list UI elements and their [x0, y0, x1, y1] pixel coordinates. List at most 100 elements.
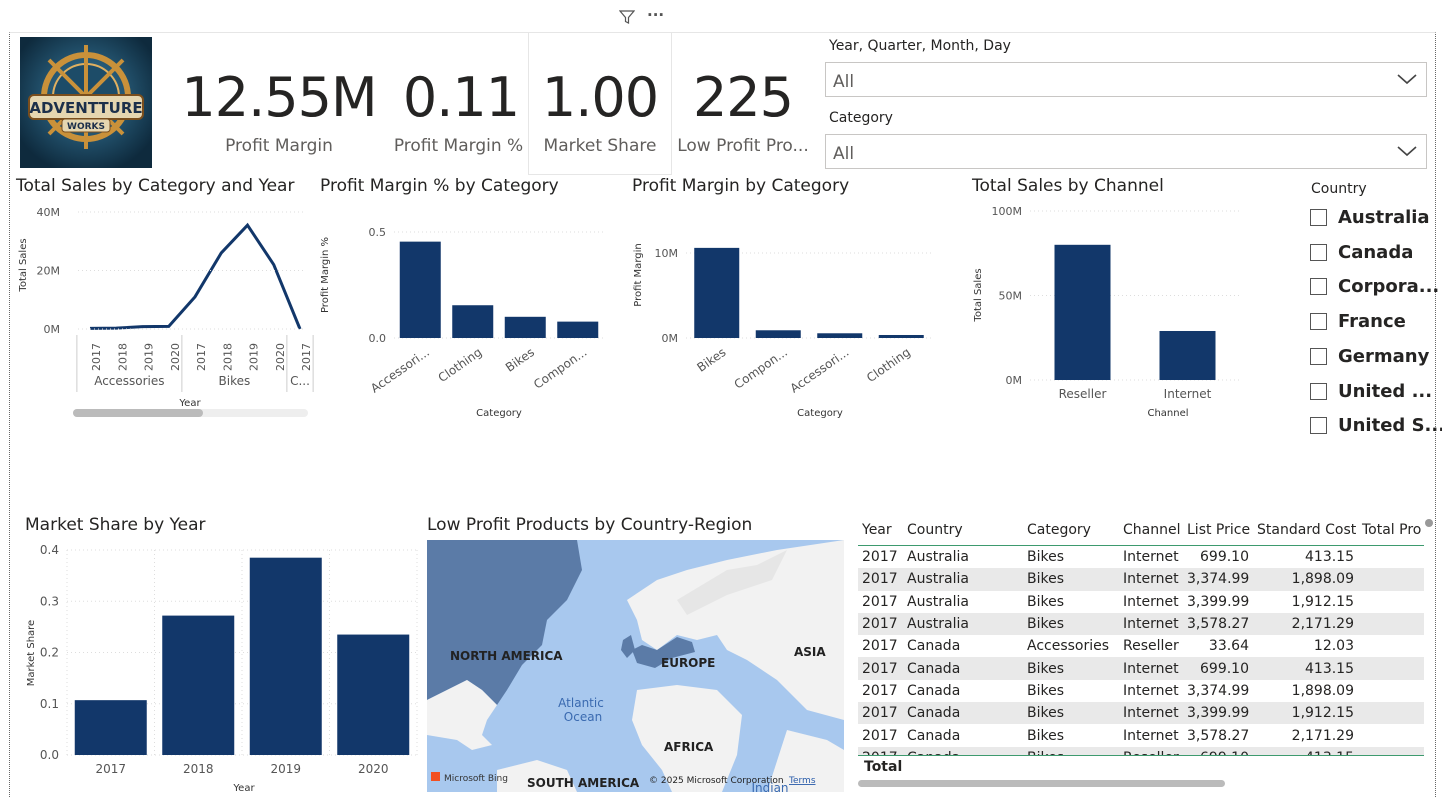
table-row[interactable]: 2017 Australia Bikes Internet 3,399.99 1,912.… [858, 591, 1424, 613]
country-option[interactable]: Canada [1310, 242, 1413, 263]
filter-icon[interactable] [618, 9, 636, 29]
y-tick-label: 0.0 [40, 748, 59, 762]
table-cell: Bikes [1023, 568, 1119, 591]
x-tick-label: 2017 [90, 343, 103, 371]
y-tick-label: 10M [655, 247, 679, 260]
table-cell: 2017 [862, 682, 898, 699]
table-cell: 2017 [858, 568, 903, 591]
map-terms-link[interactable]: Terms [788, 776, 816, 786]
table-cell: 2017 [858, 702, 903, 725]
table-cell [1358, 546, 1424, 569]
table-cell: 699.10 [1183, 657, 1253, 680]
more-icon[interactable]: ··· [647, 6, 664, 26]
y-axis-label: Total Sales [18, 238, 29, 292]
bar[interactable] [504, 316, 546, 338]
table-row[interactable]: 2017 Canada Bikes Internet 3,578.27 2,171.29 [858, 724, 1424, 746]
table-row[interactable]: 2017 Australia Bikes Internet 3,374.99 1,898.… [858, 568, 1424, 591]
x-axis-label: Year [232, 783, 255, 794]
y-tick-label: 0.2 [40, 646, 59, 660]
country-option[interactable]: United S... [1310, 415, 1442, 436]
column-header[interactable]: Country [903, 515, 1023, 546]
country-option[interactable]: Australia [1310, 207, 1430, 228]
series-line [89, 222, 302, 330]
y-tick-label: 0.4 [40, 543, 59, 557]
market-share-bar-chart[interactable]: Market Share Year 0.0 0.1 0.2 0.3 0.4 2017 201… [20, 535, 420, 797]
column-header[interactable]: Category [1023, 515, 1119, 546]
bar[interactable] [817, 333, 863, 338]
bar[interactable] [249, 557, 322, 755]
table-row[interactable]: 2017 Australia Bikes Internet 3,578.27 2,171.… [858, 612, 1424, 636]
country-option[interactable]: France [1310, 311, 1406, 332]
bar[interactable] [755, 330, 801, 338]
table-row[interactable]: 2017 Canada Accessories Reseller 33.64 12.03 [858, 635, 1424, 657]
table-cell: 2,171.29 [1253, 612, 1358, 636]
column-header[interactable]: List Price [1183, 515, 1253, 546]
checkbox[interactable] [1310, 209, 1327, 226]
kpi-value: 12.55M [181, 66, 377, 129]
profit-margin-pct-bar-chart[interactable]: Profit Margin % Category 0.0 0.5 Accessori… [318, 195, 618, 425]
y-axis-label: Market Share [26, 620, 37, 686]
table-row[interactable]: 2017 Canada Bikes Internet 3,399.99 1,912.15 [858, 702, 1424, 725]
table-scrollbar[interactable] [858, 779, 1225, 787]
profit-margin-bar-chart[interactable]: Profit Margin Category 0M 10M Bikes Compon.… [628, 195, 948, 425]
x-tick-label: Accessori... [788, 345, 852, 396]
checkbox[interactable] [1310, 278, 1327, 296]
table-cell: 2017 [862, 549, 898, 566]
table-cell [1358, 724, 1424, 746]
column-header[interactable]: Standard Cost [1253, 515, 1358, 546]
table-cell: Internet [1119, 657, 1183, 680]
column-header[interactable]: Year [858, 515, 903, 546]
table-cell: Bikes [1023, 657, 1119, 680]
column-header[interactable]: Channel [1119, 515, 1183, 546]
bar[interactable] [557, 321, 599, 338]
table-cell: 3,578.27 [1187, 727, 1250, 744]
table-row[interactable]: 2017 Canada Bikes Internet 3,374.99 1,898.09 [858, 680, 1424, 702]
table-row[interactable]: 2017 Australia Bikes Internet 699.10 413.15 [858, 546, 1424, 569]
y-tick-label: 0M [662, 332, 679, 345]
bar[interactable] [1159, 330, 1216, 380]
table-cell: 413.15 [1253, 657, 1358, 680]
category-slicer-dropdown[interactable]: All [825, 134, 1427, 169]
scrollbar-thumb[interactable] [73, 409, 203, 417]
y-tick-label: 0M [1006, 374, 1023, 387]
checkbox[interactable] [1310, 417, 1327, 435]
country-option[interactable]: Germany [1310, 346, 1429, 367]
checkbox[interactable] [1310, 313, 1327, 331]
bar[interactable] [878, 334, 924, 338]
checkbox[interactable] [1310, 382, 1327, 400]
table-cell: Internet [1123, 682, 1179, 699]
table-cell: Bikes [1027, 593, 1065, 610]
column-header[interactable]: Total Pro [1358, 515, 1424, 546]
table-cell: 1,898.09 [1253, 568, 1358, 591]
bar[interactable] [337, 634, 410, 755]
total-sales-line-chart[interactable]: Total Sales Year 0M 20M 40M 2017 2018 2019 202… [10, 195, 315, 425]
chart-title: Profit Margin % by Category [320, 176, 559, 196]
bar[interactable] [694, 247, 740, 338]
low-profit-map[interactable]: NORTH AMERICA EUROPE ASIA AFRICA SOUTH A… [427, 540, 844, 792]
bar[interactable] [452, 305, 494, 338]
detail-table[interactable]: Year Country Category Channel List Price Stan… [858, 515, 1424, 787]
map-label: EUROPE [661, 656, 715, 670]
bar[interactable] [1054, 244, 1111, 380]
x-tick-label: Clothing [864, 345, 913, 385]
table-cell: Canada [907, 727, 961, 744]
bar[interactable] [74, 700, 147, 755]
table-cell: Internet [1123, 549, 1179, 566]
bar[interactable] [162, 615, 235, 755]
y-tick-label: 0.1 [40, 697, 59, 711]
country-option[interactable]: United ... [1310, 381, 1432, 402]
chart-title: Total Sales by Channel [972, 176, 1164, 196]
sales-by-channel-bar-chart[interactable]: Total Sales Channel 0M 50M 100M Reseller Int… [968, 195, 1268, 425]
bar[interactable] [399, 241, 441, 338]
table-scroll-dot[interactable] [1425, 519, 1433, 527]
y-axis-label: Profit Margin [633, 243, 644, 306]
table-cell [1358, 702, 1424, 725]
country-option-label: France [1338, 311, 1406, 333]
x-tick-label: 2017 [300, 343, 313, 371]
checkbox[interactable] [1310, 243, 1327, 261]
table-row[interactable]: 2017 Canada Bikes Internet 699.10 413.15 [858, 657, 1424, 680]
country-option[interactable]: Corpora... [1310, 276, 1439, 297]
date-slicer-dropdown[interactable]: All [825, 62, 1427, 97]
checkbox[interactable] [1310, 347, 1327, 365]
map-label: ASIA [794, 645, 826, 659]
